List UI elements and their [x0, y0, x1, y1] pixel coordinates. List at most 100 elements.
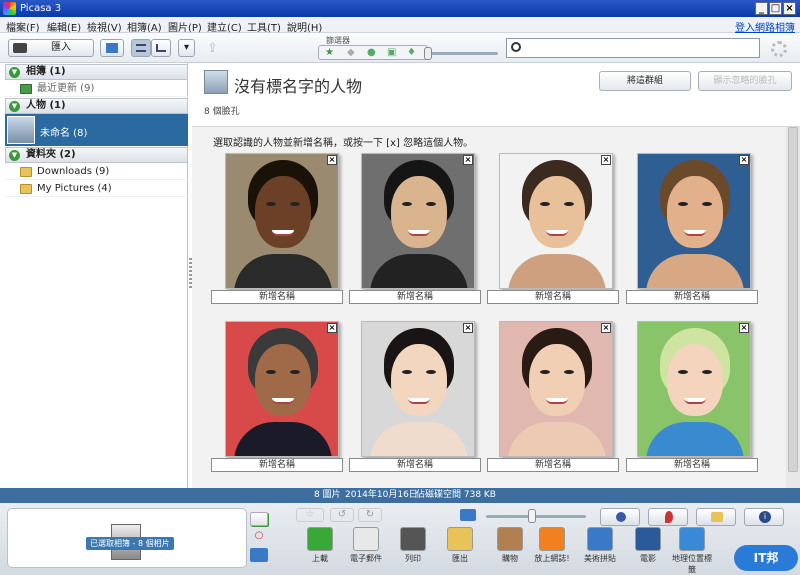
menu-file[interactable]: 檔案(F) — [6, 19, 40, 34]
ignore-face-close-icon[interactable]: × — [327, 323, 337, 333]
ignore-face-close-icon[interactable]: × — [463, 155, 473, 165]
face-shape — [529, 176, 585, 248]
sidebar-item-my-pictures[interactable]: My Pictures (4) — [5, 181, 188, 197]
menu-view[interactable]: 檢視(V) — [87, 19, 122, 34]
tool-button-4[interactable]: 購物 — [490, 527, 530, 564]
menu-edit[interactable]: 編輯(E) — [47, 19, 81, 34]
ignore-face-close-icon[interactable]: × — [601, 155, 611, 165]
face-thumbnail[interactable] — [499, 321, 613, 457]
hold-icon[interactable] — [250, 512, 268, 526]
add-name-field[interactable]: 新增名稱 — [626, 290, 758, 304]
face-thumbnail[interactable] — [225, 153, 339, 289]
add-name-field[interactable]: 新增名稱 — [211, 458, 343, 472]
rotate-right-icon[interactable]: ↻ — [358, 508, 382, 522]
close-button[interactable]: × — [783, 2, 796, 15]
add-name-field[interactable]: 新增名稱 — [349, 290, 481, 304]
menu-help[interactable]: 說明(H) — [287, 19, 322, 34]
collapse-icon[interactable]: ▼ — [9, 67, 20, 78]
tool-button-6[interactable]: 美術拼貼 — [580, 527, 620, 564]
menu-tools[interactable]: 工具(T) — [247, 19, 281, 34]
person-filter-icon[interactable]: ● — [367, 47, 376, 58]
people-button[interactable] — [600, 508, 640, 526]
list-view-button[interactable] — [131, 39, 151, 57]
info-button[interactable]: i — [744, 508, 784, 526]
tool-button-5[interactable]: 放上網誌! — [532, 527, 572, 564]
collapse-icon[interactable]: ▼ — [9, 101, 20, 112]
tool-button-1[interactable]: 電子郵件 — [346, 527, 386, 564]
face-thumbnail[interactable] — [361, 153, 475, 289]
albums-title: 相簿 (1) — [26, 66, 66, 77]
bottom-panel: 已選取相簿 - 8 個相片 ○ ☆ ↺ ↻ i 上載 電子郵件 列印 匯出 購物 放上網誌… — [0, 503, 800, 575]
tool-button-0[interactable]: 上載 — [300, 527, 340, 564]
star-icon[interactable]: ☆ — [296, 508, 324, 522]
video-filter-icon[interactable]: ▣ — [387, 47, 396, 58]
ignore-face-close-icon[interactable]: × — [601, 323, 611, 333]
location-button[interactable] — [648, 508, 688, 526]
scrollbar[interactable] — [786, 127, 800, 489]
tag-icon — [711, 512, 723, 522]
eye-shape — [564, 202, 574, 206]
tool-button-2[interactable]: 列印 — [393, 527, 433, 564]
minimize-button[interactable]: _ — [755, 2, 768, 15]
tool-button-3[interactable]: 匯出 — [440, 527, 480, 564]
slider-handle[interactable] — [424, 47, 432, 60]
search-icon — [511, 42, 521, 52]
ignore-face-close-icon[interactable]: × — [327, 155, 337, 165]
upload-filter-icon[interactable]: ◆ — [347, 47, 355, 58]
zoom-slider[interactable] — [486, 509, 586, 523]
search-field[interactable] — [525, 40, 755, 56]
menu-create[interactable]: 建立(C) — [207, 19, 242, 34]
login-link[interactable]: 登入網路相簿 — [735, 19, 795, 34]
sidebar-item-label: Downloads (9) — [37, 166, 110, 177]
location-filter-icon[interactable]: ♦ — [407, 47, 416, 58]
view-dropdown-button[interactable]: ▾ — [178, 39, 195, 57]
face-shape — [255, 176, 311, 248]
add-name-field[interactable]: 新增名稱 — [349, 458, 481, 472]
ignore-face-close-icon[interactable]: × — [739, 155, 749, 165]
add-name-field[interactable]: 新增名稱 — [211, 290, 343, 304]
clear-icon[interactable]: ○ — [250, 530, 268, 544]
maximize-button[interactable]: □ — [769, 2, 782, 15]
tool-button-7[interactable]: 電影 — [628, 527, 668, 564]
add-name-field[interactable]: 新增名稱 — [626, 458, 758, 472]
filter-slider[interactable] — [424, 47, 498, 60]
zoom-slider-handle[interactable] — [528, 509, 536, 523]
face-thumbnail[interactable] — [499, 153, 613, 289]
scrollbar-thumb[interactable] — [788, 127, 798, 472]
menu-picture[interactable]: 圖片(P) — [168, 19, 202, 34]
albums-section-header[interactable]: ▼ 相簿 (1) — [5, 64, 188, 80]
ignore-face-close-icon[interactable]: × — [739, 323, 749, 333]
sidebar-item-recent[interactable]: 最近更新 (9) — [5, 81, 188, 97]
face-thumbnail[interactable] — [637, 321, 751, 457]
face-shape — [529, 344, 585, 416]
ignore-face-close-icon[interactable]: × — [463, 323, 473, 333]
group-button[interactable]: 將這群組 — [599, 71, 691, 91]
tool-icon — [679, 527, 705, 551]
people-section-header[interactable]: ▼ 人物 (1) — [5, 98, 188, 114]
rotate-left-icon[interactable]: ↺ — [330, 508, 354, 522]
face-thumbnail[interactable] — [225, 321, 339, 457]
add-name-field[interactable]: 新增名稱 — [487, 290, 619, 304]
show-ignored-button[interactable]: 顯示忽略的臉孔 — [698, 71, 792, 91]
folders-section-header[interactable]: ▼ 資料夾 (2) — [5, 147, 188, 163]
tool-label: 電子郵件 — [350, 554, 382, 563]
face-thumbnail[interactable] — [637, 153, 751, 289]
add-name-field[interactable]: 新增名稱 — [487, 458, 619, 472]
sidebar-item-unnamed[interactable]: 未命名 (8) — [5, 114, 188, 146]
tray-menu-icon[interactable] — [250, 548, 268, 562]
window-title: Picasa 3 — [20, 3, 62, 14]
star-filter-icon[interactable]: ★ — [325, 47, 334, 58]
face-thumbnail[interactable] — [361, 321, 475, 457]
import-button[interactable]: 匯入 — [8, 39, 94, 57]
mouth-shape — [408, 230, 430, 236]
tree-view-button[interactable] — [151, 39, 171, 57]
tool-button-8[interactable]: 地理位置標籤 — [672, 527, 712, 575]
sidebar-item-downloads[interactable]: Downloads (9) — [5, 164, 188, 180]
collapse-icon[interactable]: ▼ — [9, 150, 20, 161]
add-album-button[interactable] — [100, 39, 124, 57]
tags-button[interactable] — [696, 508, 736, 526]
import-label: 匯入 — [51, 42, 71, 53]
search-input[interactable] — [506, 38, 760, 58]
share-icon[interactable]: ⇪ — [207, 41, 227, 56]
menu-album[interactable]: 相簿(A) — [127, 19, 162, 34]
